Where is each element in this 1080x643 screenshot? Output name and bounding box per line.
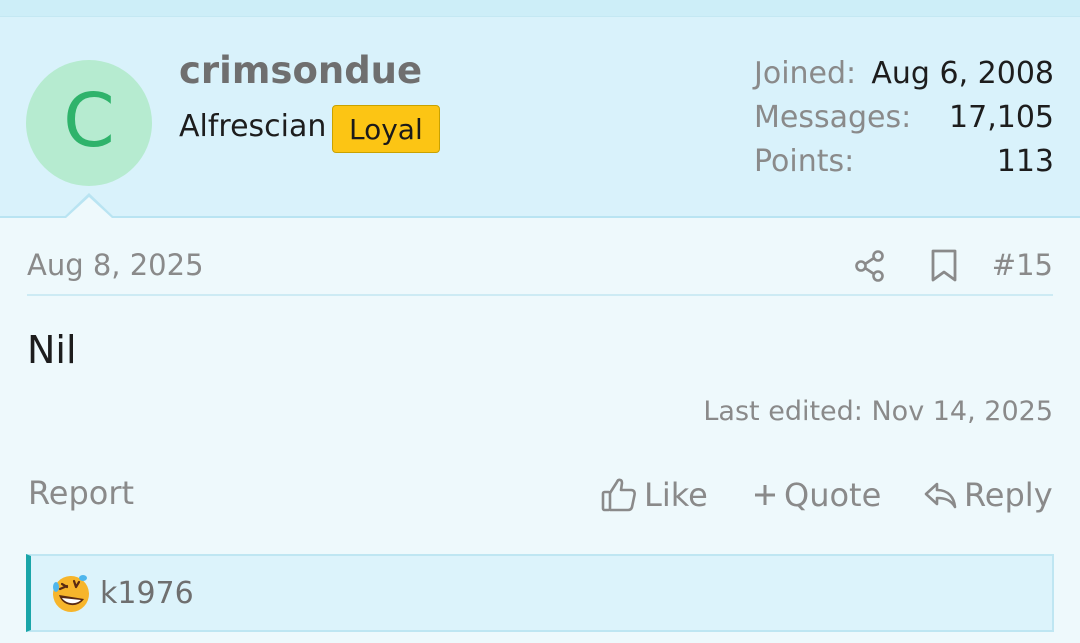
last-edited-link[interactable]: Last edited: Nov 14, 2025: [703, 396, 1053, 427]
user-header: C crimsondue Alfrescian Loyal Joined: Au…: [0, 16, 1080, 218]
previous-post-edge: [0, 0, 1080, 16]
stat-label: Messages:: [754, 100, 912, 135]
username-link[interactable]: crimsondue: [179, 49, 422, 92]
quote-button[interactable]: Quote: [752, 472, 881, 518]
reply-icon: [924, 482, 957, 509]
laughing-emoji-icon[interactable]: [50, 573, 92, 615]
avatar[interactable]: C: [26, 60, 152, 186]
reactions-bar: k1976: [26, 554, 1054, 632]
stat-value[interactable]: 17,105: [949, 100, 1054, 135]
user-badge: Loyal: [332, 105, 440, 153]
user-title: Alfrescian: [179, 109, 327, 144]
share-icon: [855, 250, 884, 282]
share-button[interactable]: [852, 247, 888, 285]
thumbs-up-icon: [601, 478, 636, 512]
post-date[interactable]: Aug 8, 2025: [27, 248, 204, 282]
like-button[interactable]: Like: [600, 472, 708, 518]
stat-joined: Joined: Aug 6, 2008: [754, 56, 1054, 100]
post-actions: Report Like Quote Reply: [0, 472, 1080, 518]
bookmark-icon: [931, 249, 957, 282]
stat-messages: Messages: 17,105: [754, 100, 1054, 144]
divider: [27, 294, 1053, 296]
quote-label: Quote: [784, 476, 882, 514]
user-stats: Joined: Aug 6, 2008 Messages: 17,105 Poi…: [754, 56, 1054, 188]
reply-label: Reply: [964, 476, 1053, 514]
reaction-user-link[interactable]: k1976: [100, 576, 194, 611]
forum-post: C crimsondue Alfrescian Loyal Joined: Au…: [0, 0, 1080, 643]
stat-label: Joined:: [754, 56, 857, 91]
reply-button[interactable]: Reply: [922, 472, 1053, 518]
stat-label: Points:: [754, 144, 855, 179]
avatar-letter: C: [63, 78, 115, 164]
bookmark-button[interactable]: [928, 247, 960, 285]
plus-icon: [755, 485, 775, 505]
stat-points: Points: 113: [754, 144, 1054, 188]
report-button[interactable]: Report: [28, 474, 134, 512]
post-number-link[interactable]: #15: [992, 248, 1053, 282]
stat-value: Aug 6, 2008: [871, 56, 1054, 91]
stat-value[interactable]: 113: [997, 144, 1054, 179]
header-pointer-fill: [66, 197, 112, 218]
post-body: Nil: [27, 328, 77, 372]
like-label: Like: [644, 476, 708, 514]
